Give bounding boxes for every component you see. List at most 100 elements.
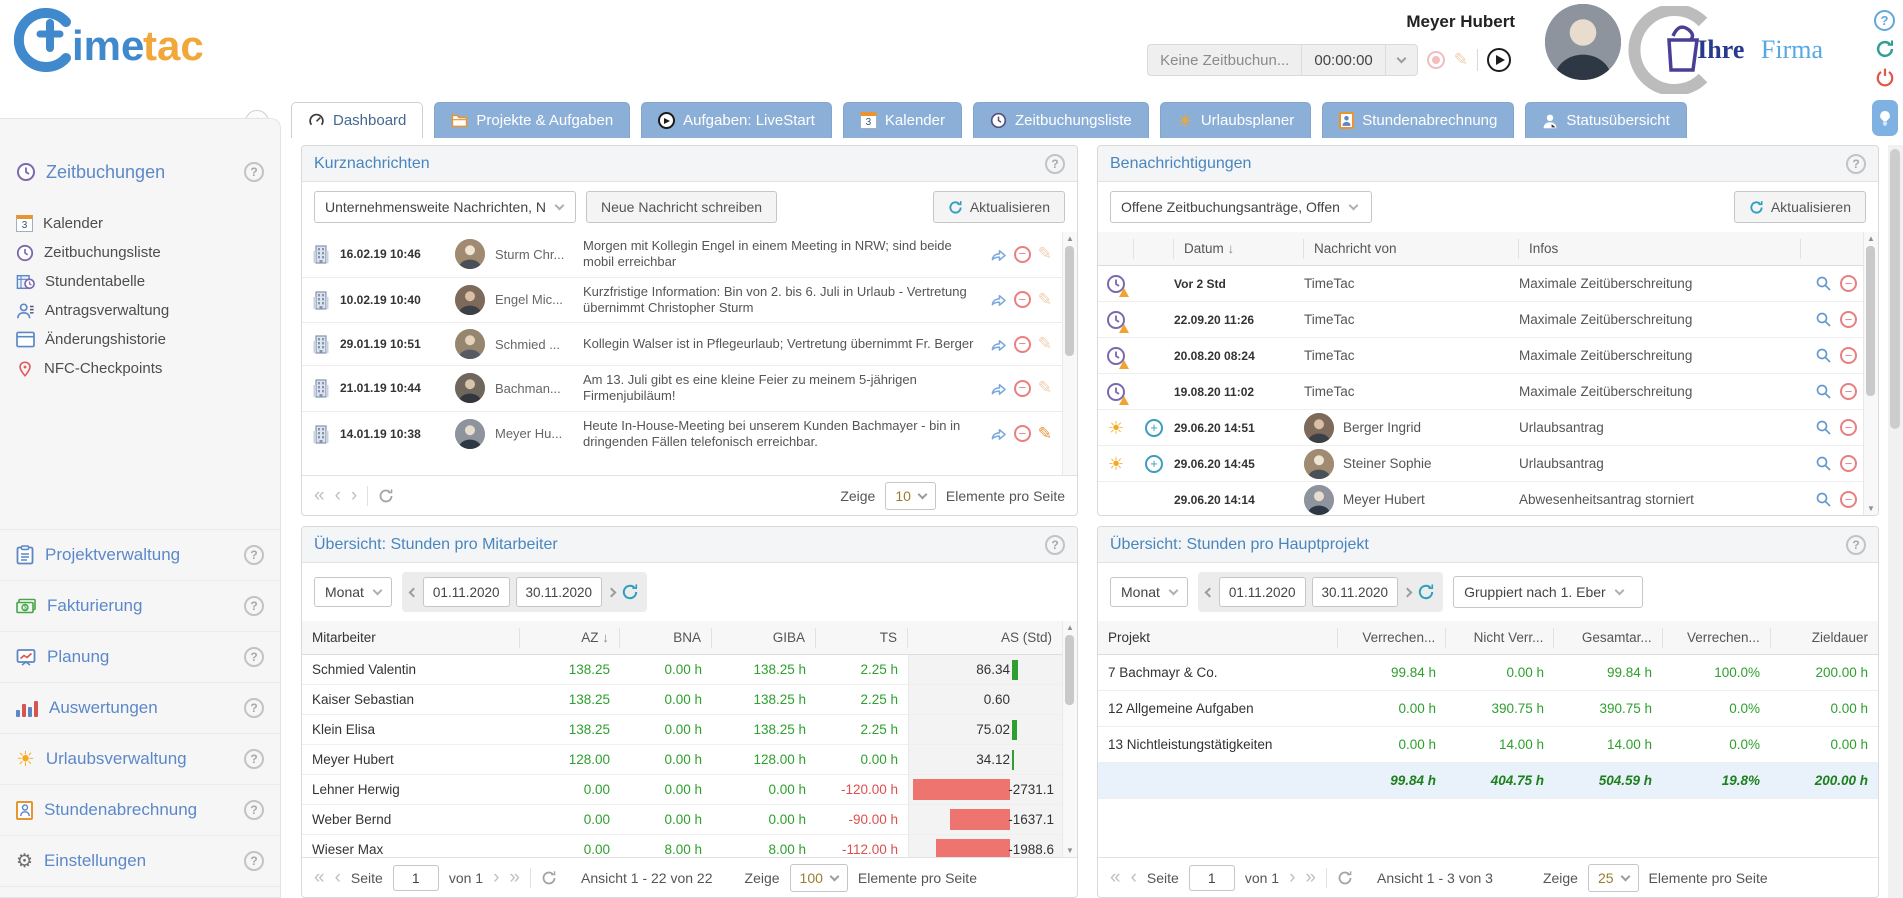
edit-icon[interactable]: ✎ <box>1038 290 1052 310</box>
group-by-select[interactable]: Gruppiert nach 1. Eber <box>1453 576 1643 608</box>
magnifier-icon[interactable] <box>1815 311 1832 328</box>
scroll-down-icon[interactable]: ▼ <box>1063 846 1077 855</box>
sidebar-section-fakturierung[interactable]: $ Fakturierung ? <box>0 581 280 632</box>
employees-scrollbar[interactable]: ▲ ▼ <box>1062 621 1077 857</box>
forward-icon[interactable] <box>990 426 1007 441</box>
prev-page-icon[interactable]: ‹ <box>1131 868 1137 887</box>
notification-row[interactable]: Vor 2 Std TimeTac Maximale Zeitüberschre… <box>1098 266 1863 302</box>
column-infos[interactable]: Infos <box>1519 239 1801 259</box>
prev-period-icon[interactable] <box>1204 587 1214 597</box>
notification-row[interactable]: 29.06.20 14:14 Meyer Hubert Abwesenheits… <box>1098 482 1863 515</box>
message-row[interactable]: 16.02.19 10:46 Sturm Chr... Morgen mit K… <box>302 232 1062 278</box>
last-page-icon[interactable]: » <box>509 868 520 887</box>
message-row[interactable]: 10.02.19 10:40 Engel Mic... Kurzfristige… <box>302 278 1062 324</box>
magnifier-icon[interactable] <box>1815 347 1832 364</box>
approve-plus-icon[interactable]: + <box>1145 455 1163 473</box>
tab-projekte-aufgaben[interactable]: Projekte & Aufgaben <box>434 102 630 138</box>
delete-icon[interactable]: − <box>1014 425 1031 442</box>
tab-kalender[interactable]: 3 Kalender <box>843 102 962 138</box>
help-icon[interactable]: ? <box>1846 154 1866 174</box>
employee-row[interactable]: Lehner Herwig 0.00 0.00 h 0.00 h -120.00… <box>302 775 1062 805</box>
column-nicht-verrechenbar[interactable]: Nicht Verr... <box>1446 628 1554 648</box>
dismiss-icon[interactable]: − <box>1840 491 1857 508</box>
column-az[interactable]: AZ ↓ <box>520 628 620 648</box>
help-icon[interactable]: ? <box>244 647 264 667</box>
column-as-std[interactable]: AS (Std) <box>908 628 1062 648</box>
sidebar-section-auswertungen[interactable]: Auswertungen ? <box>0 683 280 734</box>
project-row[interactable]: 7 Bachmayr & Co. 99.84 h 0.00 h 99.84 h … <box>1098 655 1878 691</box>
dismiss-icon[interactable]: − <box>1840 311 1857 328</box>
scroll-up-icon[interactable]: ▲ <box>1063 623 1077 632</box>
timetac-logo[interactable]: ime tac <box>10 6 225 77</box>
employee-row[interactable]: Schmied Valentin 138.25 0.00 h 138.25 h … <box>302 655 1062 685</box>
sidebar-item-nfc-checkpoints[interactable]: NFC-Checkpoints <box>16 354 264 383</box>
refresh-icon[interactable] <box>621 583 639 601</box>
magnifier-icon[interactable] <box>1815 491 1832 508</box>
column-zieldauer[interactable]: Zieldauer <box>1771 628 1878 648</box>
edit-icon[interactable]: ✎ <box>1038 334 1052 354</box>
magnifier-icon[interactable] <box>1815 455 1832 472</box>
message-row[interactable]: 14.01.19 10:38 Meyer Hu... Heute In-Hous… <box>302 412 1062 457</box>
dismiss-icon[interactable]: − <box>1840 455 1857 472</box>
first-page-icon[interactable]: « <box>314 486 325 505</box>
scrollbar-thumb[interactable] <box>1065 635 1074 705</box>
page-number-input[interactable]: 1 <box>393 865 439 891</box>
magnifier-icon[interactable] <box>1815 275 1832 292</box>
new-message-button[interactable]: Neue Nachricht schreiben <box>586 191 777 223</box>
next-page-icon[interactable]: › <box>1289 868 1295 887</box>
refresh-icon[interactable] <box>378 488 394 504</box>
scroll-up-icon[interactable]: ▲ <box>1063 234 1077 243</box>
forward-icon[interactable] <box>990 247 1007 262</box>
magnifier-icon[interactable] <box>1815 419 1832 436</box>
refresh-icon[interactable] <box>541 870 557 886</box>
logout-power-icon[interactable] <box>1875 67 1895 87</box>
date-from-input[interactable]: 01.11.2020 <box>423 577 510 607</box>
help-icon[interactable]: ? <box>244 596 264 616</box>
project-row[interactable]: 12 Allgemeine Aufgaben 0.00 h 390.75 h 3… <box>1098 691 1878 727</box>
refresh-icon[interactable] <box>1875 39 1895 59</box>
refresh-notifications-button[interactable]: Aktualisieren <box>1734 191 1866 223</box>
delete-icon[interactable]: − <box>1014 380 1031 397</box>
tab-statusuebersicht[interactable]: Statusübersicht <box>1525 102 1686 138</box>
date-to-input[interactable]: 30.11.2020 <box>516 577 603 607</box>
forward-icon[interactable] <box>990 337 1007 352</box>
notification-row[interactable]: 20.08.20 08:24 TimeTac Maximale Zeitüber… <box>1098 338 1863 374</box>
help-icon[interactable]: ? <box>244 545 264 565</box>
help-icon[interactable]: ? <box>1846 535 1866 555</box>
sidebar-item-stundentabelle[interactable]: Stundentabelle <box>16 267 264 296</box>
dismiss-icon[interactable]: − <box>1840 347 1857 364</box>
sidebar-section-zeitbuchungen[interactable]: Zeitbuchungen ? <box>0 149 280 195</box>
forward-icon[interactable] <box>990 381 1007 396</box>
column-verrechenbar[interactable]: Verrechen... <box>1338 628 1446 648</box>
notification-row[interactable]: 19.08.20 11:02 TimeTac Maximale Zeitüber… <box>1098 374 1863 410</box>
edit-icon[interactable]: ✎ <box>1038 244 1052 264</box>
first-page-icon[interactable]: « <box>1110 868 1121 887</box>
employee-row[interactable]: Klein Elisa 138.25 0.00 h 138.25 h 2.25 … <box>302 715 1062 745</box>
dismiss-icon[interactable]: − <box>1840 383 1857 400</box>
sidebar-section-stundenabrechnung[interactable]: Stundenabrechnung ? <box>0 785 280 836</box>
refresh-messages-button[interactable]: Aktualisieren <box>933 191 1065 223</box>
column-gesamtarbeit[interactable]: Gesamtar... <box>1554 628 1662 648</box>
next-page-icon[interactable]: › <box>493 868 499 887</box>
tab-urlaubsplaner[interactable]: ☀ Urlaubsplaner <box>1160 102 1312 138</box>
tab-aufgaben-livestart[interactable]: Aufgaben: LiveStart <box>641 102 832 138</box>
sidebar-item-antragsverwaltung[interactable]: Antragsverwaltung <box>16 296 264 325</box>
column-verrechenbar-pct[interactable]: Verrechen... <box>1663 628 1771 648</box>
help-icon[interactable]: ? <box>1045 154 1065 174</box>
message-filter-select[interactable]: Unternehmensweite Nachrichten, N <box>314 191 576 223</box>
page-scrollbar[interactable] <box>1888 145 1903 898</box>
help-icon[interactable]: ? <box>1874 10 1895 31</box>
sidebar-section-urlaubsverwaltung[interactable]: ☀ Urlaubsverwaltung ? <box>0 734 280 785</box>
help-icon[interactable]: ? <box>244 749 264 769</box>
delete-icon[interactable]: − <box>1014 336 1031 353</box>
notification-row[interactable]: ☀ + 29.06.20 14:45 Steiner Sophie Urlaub… <box>1098 446 1863 482</box>
dismiss-icon[interactable]: − <box>1840 419 1857 436</box>
page-size-select[interactable]: 10 <box>885 482 936 510</box>
sidebar-item-zeitbuchungsliste[interactable]: Zeitbuchungsliste <box>16 238 264 267</box>
column-ts[interactable]: TS <box>816 628 908 648</box>
sidebar-item-kalender[interactable]: 3 Kalender <box>16 209 264 238</box>
employee-row[interactable]: Meyer Hubert 128.00 0.00 h 128.00 h 0.00… <box>302 745 1062 775</box>
prev-page-icon[interactable]: ‹ <box>335 868 341 887</box>
message-row[interactable]: 29.01.19 10:51 Schmied ... Kollegin Wals… <box>302 323 1062 366</box>
user-avatar[interactable] <box>1545 4 1621 80</box>
